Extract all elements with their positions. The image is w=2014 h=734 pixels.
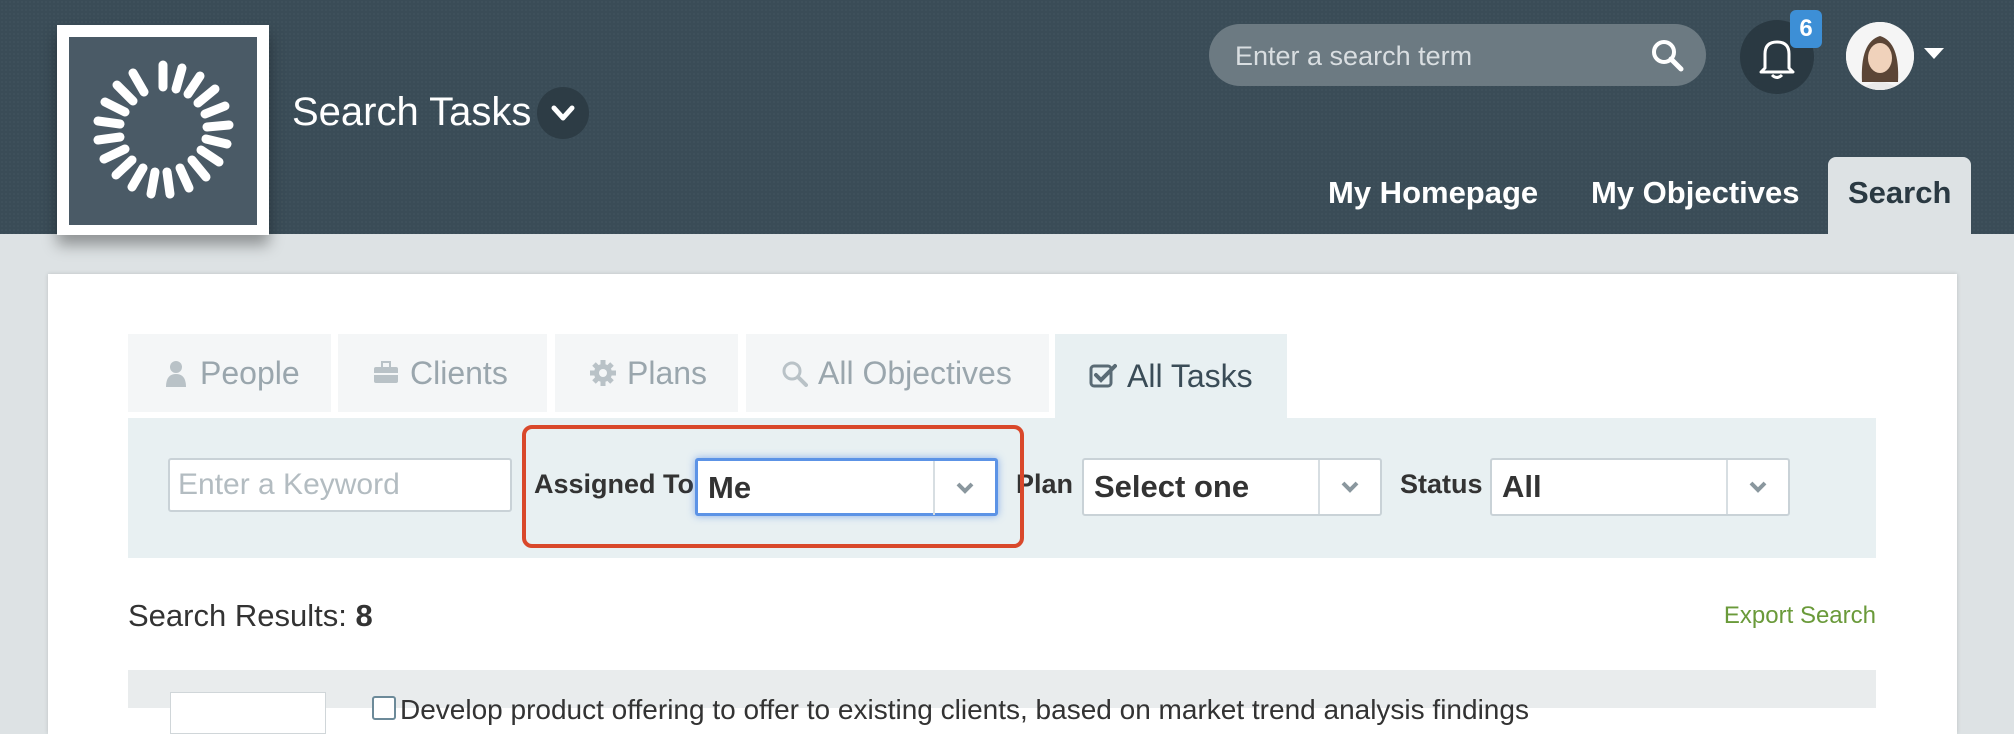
results-label: Search Results: [128, 598, 347, 633]
result-thumbnail [170, 692, 326, 734]
task-title[interactable]: Develop product offering to offer to exi… [400, 690, 1529, 730]
search-icon[interactable] [1649, 37, 1685, 73]
tab-label: All Tasks [1127, 357, 1253, 394]
nav-my-homepage[interactable]: My Homepage [1328, 157, 1538, 234]
chevron-down-icon[interactable] [1726, 460, 1788, 514]
plan-value: Select one [1094, 469, 1250, 504]
results-count: 8 [355, 598, 373, 633]
gear-icon [590, 360, 616, 386]
tab-plans[interactable]: Plans [555, 334, 738, 412]
task-checkbox[interactable] [372, 696, 396, 720]
tab-all-objectives[interactable]: All Objectives [746, 334, 1049, 412]
status-value: All [1502, 469, 1542, 504]
assigned-to-select[interactable]: Me [695, 458, 998, 516]
page-title: Search Tasks [292, 90, 532, 134]
assigned-to-label: Assigned To [534, 469, 695, 499]
chevron-down-icon[interactable] [537, 87, 589, 139]
tab-label: People [200, 354, 300, 391]
nav-search[interactable]: Search [1828, 157, 1972, 234]
app-logo[interactable] [57, 25, 269, 235]
search-results-heading: Search Results: 8 [128, 594, 373, 638]
notification-badge: 6 [1790, 10, 1822, 48]
tab-label: Clients [410, 354, 508, 391]
chevron-down-icon[interactable] [933, 461, 995, 515]
search-input[interactable] [1233, 24, 1637, 88]
result-row[interactable]: Develop product offering to offer to exi… [128, 670, 1876, 734]
chevron-down-icon[interactable] [1318, 460, 1380, 514]
status-label: Status [1400, 469, 1483, 499]
global-search [1209, 24, 1706, 88]
nav-my-objectives[interactable]: My Objectives [1591, 157, 1799, 234]
checkbox-icon [1089, 364, 1117, 388]
person-icon [166, 361, 186, 387]
plan-select[interactable]: Select one [1082, 458, 1382, 516]
avatar[interactable] [1846, 22, 1914, 90]
keyword-input[interactable] [168, 458, 512, 512]
tab-all-tasks[interactable]: All Tasks [1055, 334, 1287, 418]
caret-down-icon[interactable] [1922, 46, 1946, 62]
tab-clients[interactable]: Clients [338, 334, 547, 412]
spinner-logo-icon [69, 37, 257, 225]
plan-label: Plan [1016, 469, 1074, 499]
status-select[interactable]: All [1490, 458, 1790, 516]
briefcase-icon [374, 361, 398, 383]
search-icon [782, 361, 808, 387]
export-search-link[interactable]: Export Search [1724, 596, 1876, 636]
assigned-to-value: Me [708, 470, 752, 505]
tab-people[interactable]: People [128, 334, 331, 412]
tab-label: Plans [627, 354, 708, 391]
tab-label: All Objectives [818, 354, 1012, 391]
